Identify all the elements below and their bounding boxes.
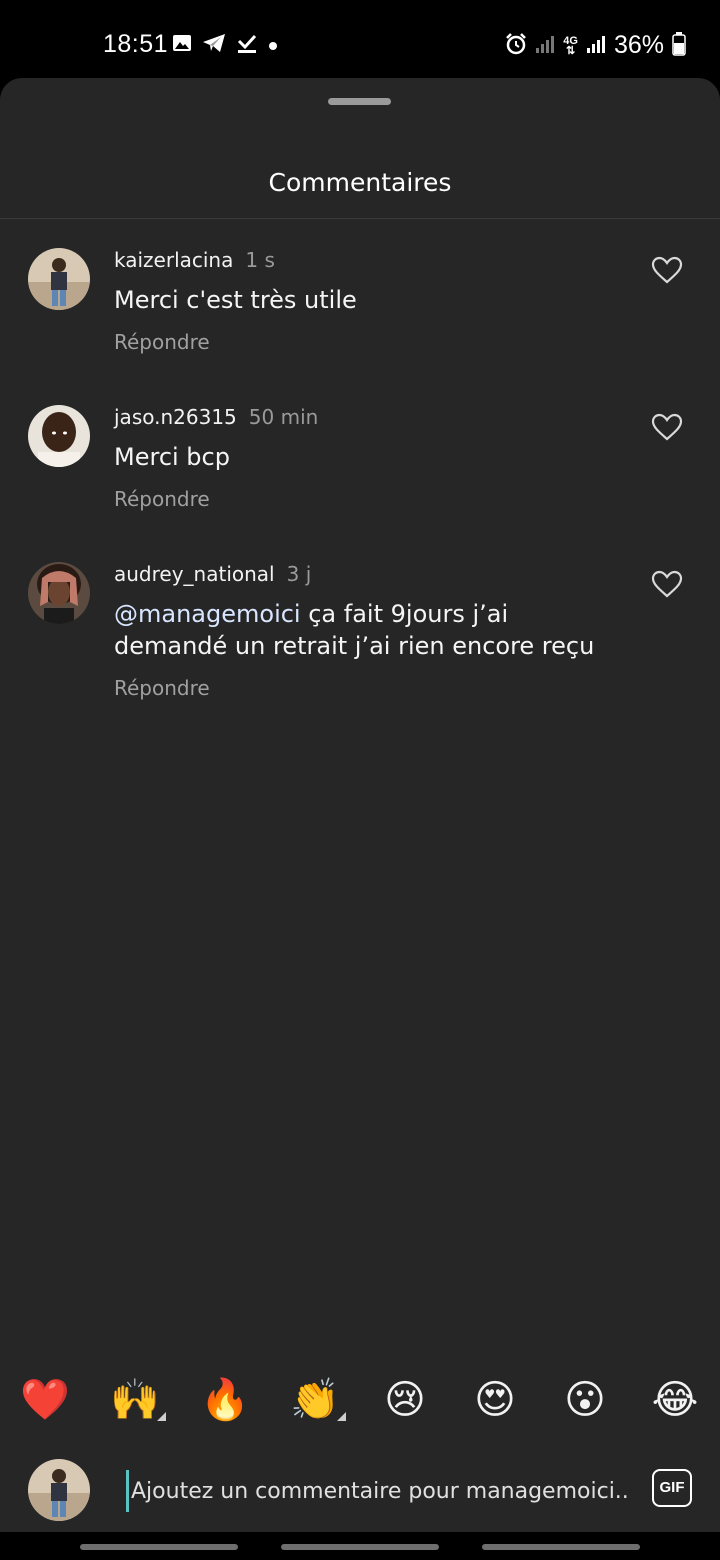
comment-text: @managemoici ça fait 9jours j’ai demandé… [114,598,614,662]
comment-composer: GIF [0,1450,720,1530]
download-done-icon [236,33,258,57]
emoji-variant-indicator-icon [157,1412,166,1421]
navigation-bar [0,1532,720,1560]
nav-back-button[interactable] [482,1544,640,1550]
comment-username[interactable]: jaso.n26315 50 min [114,405,318,429]
reply-button[interactable]: Répondre [114,330,210,354]
battery-icon [672,31,686,60]
4g-icon: 4G ⇅ [563,34,578,57]
emoji-clapping[interactable]: 👏 [289,1374,341,1426]
emoji-heart[interactable]: ❤️ [19,1374,71,1426]
comment-text: Merci bcp [114,443,230,471]
avatar[interactable] [28,562,90,624]
battery-percent: 36% [613,31,664,59]
comment-input[interactable] [126,1470,633,1512]
image-icon [172,34,192,56]
heart-icon[interactable] [651,256,683,284]
signal-icon [535,34,555,58]
comment-time: 50 min [248,405,319,429]
comment-text: Merci c'est très utile [114,286,357,314]
alarm-icon [505,32,527,59]
avatar[interactable] [28,405,90,467]
divider [0,218,720,219]
reply-button[interactable]: Répondre [114,676,210,700]
comment-username[interactable]: kaizerlacina 1 s [114,248,275,272]
heart-icon[interactable] [651,570,683,598]
emoji-laughing[interactable]: 😂 [649,1374,701,1426]
username-text[interactable]: jaso.n26315 [114,405,237,429]
emoji-raising-hands[interactable]: 🙌 [109,1374,161,1426]
signal-icon [586,34,606,58]
heart-icon[interactable] [651,413,683,441]
sheet-title: Commentaires [268,168,452,197]
emoji-bar: ❤️ 🙌 🔥 👏 😢 😍 😮 😂 [0,1374,720,1426]
avatar[interactable] [28,248,90,310]
comment-username[interactable]: audrey_national 3 j [114,562,311,586]
comment-time: 3 j [286,562,312,586]
comments-sheet: Commentaires kaizerlacina 1 s Merci c'est… [0,78,720,1560]
emoji-crying[interactable]: 😢 [379,1374,431,1426]
username-text[interactable]: kaizerlacina [114,248,233,272]
status-bar: 18:51 4G ⇅ 36% [0,0,720,78]
username-text[interactable]: audrey_national [114,562,275,586]
mention-link[interactable]: @managemoici [114,600,301,628]
telegram-icon [202,33,226,57]
drag-handle[interactable] [328,98,391,105]
comment-time: 1 s [245,248,275,272]
nav-home-button[interactable] [281,1544,439,1550]
emoji-surprised[interactable]: 😮 [559,1374,611,1426]
avatar [28,1459,90,1521]
network-type-label: 4G [563,34,578,47]
emoji-variant-indicator-icon [337,1412,346,1421]
emoji-fire[interactable]: 🔥 [199,1374,251,1426]
gif-button[interactable]: GIF [652,1469,692,1507]
reply-button[interactable]: Répondre [114,487,210,511]
emoji-heart-eyes[interactable]: 😍 [469,1374,521,1426]
status-time: 18:51 [103,30,169,58]
nav-recents-button[interactable] [80,1544,238,1550]
dot-icon [268,36,278,55]
